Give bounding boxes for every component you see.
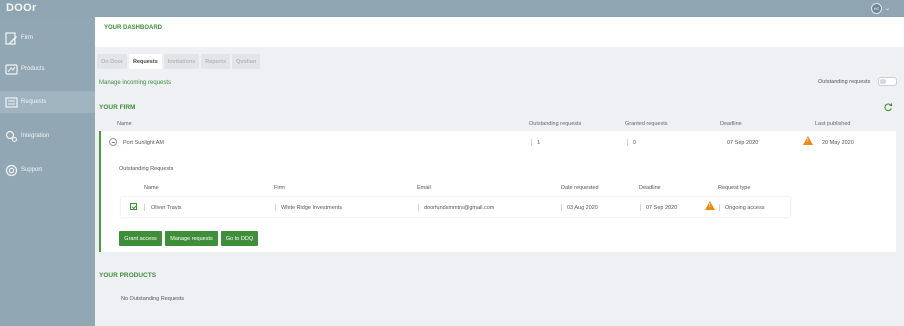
your-firm-title: YOUR FIRM	[99, 104, 136, 111]
refresh-icon[interactable]	[883, 102, 893, 112]
dashboard-header	[95, 17, 904, 47]
collapse-icon[interactable]	[109, 138, 117, 146]
divider	[561, 204, 562, 211]
firm-granted-count: 0	[633, 140, 637, 146]
divider	[144, 204, 145, 211]
sub-col-firm: Firm	[274, 185, 285, 191]
divider	[418, 204, 419, 211]
divider	[275, 204, 276, 211]
firm-card	[99, 131, 896, 252]
request-date: 03 Aug 2020	[567, 205, 598, 211]
toggle-knob	[880, 79, 886, 84]
go-to-ddq-button[interactable]: Go to DDQ	[221, 231, 258, 246]
request-deadline: 07 Sep 2020	[646, 205, 678, 211]
grant-access-button[interactable]: Grant access	[119, 231, 162, 246]
request-email[interactable]: doorfundsmmtrs@gmail.com	[424, 205, 494, 211]
warning-icon: !	[705, 201, 715, 210]
top-bar	[0, 0, 904, 17]
chevron-down-icon[interactable]: ⌄	[885, 5, 890, 12]
request-checkbox[interactable]	[130, 203, 137, 210]
manage-requests-button[interactable]: Manage requests	[165, 231, 218, 246]
col-granted-requests: Granted requests	[625, 121, 668, 127]
tab-bar: On Door Requests Invitations Reports Qvi…	[97, 54, 262, 69]
requests-icon	[4, 95, 18, 109]
tab-qvidian[interactable]: Qvidian	[232, 54, 261, 69]
sub-col-deadline: Deadline	[639, 185, 661, 191]
request-firm: White Ridge Investments	[281, 205, 343, 211]
your-products-title: YOUR PRODUCTS	[99, 272, 157, 279]
sidebar-item-products[interactable]: Products	[0, 58, 95, 80]
outstanding-toggle-label: Outstanding requests	[818, 79, 871, 85]
sidebar-item-label: Firm	[21, 35, 33, 41]
tab-on-door[interactable]: On Door	[97, 54, 127, 69]
sidebar-item-support[interactable]: Support	[0, 159, 95, 181]
sidebar-item-label: Requests	[21, 99, 47, 105]
divider	[627, 139, 628, 146]
sub-col-email: Email	[417, 185, 431, 191]
firm-icon	[4, 31, 18, 45]
tab-reports[interactable]: Reports	[201, 54, 231, 69]
warning-icon: !	[803, 136, 813, 145]
col-name: Name	[117, 121, 132, 127]
tab-invitations[interactable]: Invitations	[163, 54, 200, 69]
integration-icon	[4, 129, 18, 143]
col-deadline: Deadline	[720, 121, 742, 127]
outstanding-requests-toggle[interactable]	[878, 77, 897, 86]
lifebuoy-icon	[4, 163, 18, 177]
col-outstanding-requests: Outstanding requests	[529, 121, 582, 127]
sub-col-request-type: Request type	[718, 185, 751, 191]
sidebar-item-label: Support	[21, 167, 43, 173]
request-name: Oliver Travis	[151, 205, 182, 211]
firm-outstanding-count: 1	[537, 140, 541, 146]
products-icon	[4, 62, 18, 76]
page-title: YOUR DASHBOARD	[104, 25, 163, 31]
outstanding-requests-title: Outstanding Requests	[119, 166, 174, 172]
firm-deadline: 07 Sep 2020	[727, 140, 759, 146]
divider	[640, 204, 641, 211]
sidebar-item-firm[interactable]: Firm	[0, 27, 95, 49]
firm-last-published: 20 May 2020	[822, 140, 854, 146]
sidebar-item-requests[interactable]: Requests	[0, 91, 95, 113]
sub-col-date-requested: Date requested	[561, 185, 599, 191]
sidebar-item-label: Integration	[21, 133, 50, 139]
sidebar-item-label: Products	[21, 66, 45, 72]
firm-name[interactable]: Port Sunlight AM	[123, 140, 164, 146]
divider	[719, 204, 720, 211]
no-requests-text: No Outstanding Requests	[121, 296, 184, 302]
tab-requests[interactable]: Requests	[129, 54, 162, 69]
sub-col-name: Name	[144, 185, 159, 191]
request-type: Ongoing access	[725, 205, 765, 211]
app-logo[interactable]: DOOr	[6, 2, 37, 14]
col-last-published: Last published	[815, 121, 851, 127]
manage-requests-text: Manage incoming requests	[99, 80, 172, 86]
divider	[531, 139, 532, 146]
sidebar-item-integration[interactable]: Integration	[0, 125, 95, 147]
user-avatar[interactable]: HC	[871, 3, 882, 14]
